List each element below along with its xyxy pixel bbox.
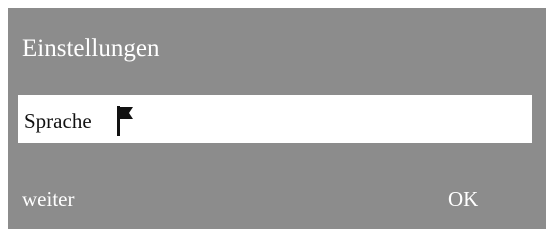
language-label: Sprache (24, 109, 92, 133)
flag-icon (114, 105, 138, 137)
next-button[interactable]: weiter (22, 186, 74, 212)
dialog-title: Einstellungen (22, 35, 160, 62)
ok-button[interactable]: OK (448, 186, 478, 212)
settings-dialog: Einstellungen Sprache weiter OK (8, 8, 546, 229)
language-setting-row[interactable]: Sprache (18, 95, 532, 143)
